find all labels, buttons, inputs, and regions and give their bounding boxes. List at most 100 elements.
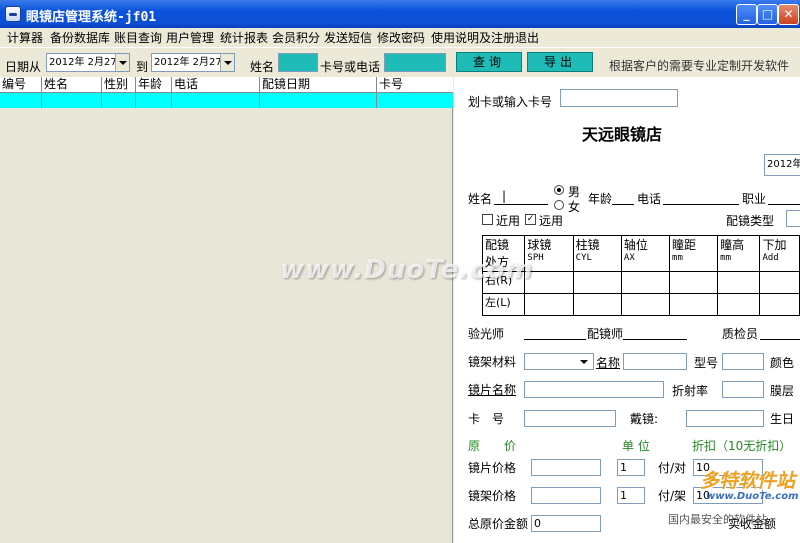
window-title: 眼镜店管理系统-jf01 [26, 10, 157, 25]
rx-header-ax: 轴位 AX [620, 235, 671, 272]
rx-cell[interactable] [717, 271, 761, 294]
watermark-brand: 多特软件站 [700, 470, 796, 492]
query-button[interactable]: 查询 [456, 52, 522, 72]
refractive-input[interactable] [722, 381, 764, 398]
rx-header-pd: 瞳距 mm [669, 235, 719, 272]
date-from-picker[interactable]: 2012年 2月27 [46, 53, 130, 72]
menu-calculator[interactable]: 计算器 [7, 29, 43, 46]
refractive-label: 折射率 [672, 384, 709, 398]
watermark-url: www.DuoTe.com [706, 491, 799, 502]
menu-reports[interactable]: 统计报表 [220, 29, 268, 46]
female-radio[interactable] [554, 200, 564, 210]
menu-users[interactable]: 用户管理 [166, 29, 214, 46]
card-no-label: 卡 号 [468, 412, 505, 426]
name-label: 姓名 [250, 60, 275, 74]
model-name-label: 名称 [596, 356, 621, 370]
rx-cell[interactable] [524, 293, 574, 316]
date-to-label: 到 [136, 60, 149, 74]
minimize-button[interactable]: _ [736, 4, 757, 25]
table-row[interactable] [0, 93, 453, 108]
chevron-down-icon[interactable] [220, 54, 234, 71]
watermark-sub: 国内最安全的软件站 [668, 513, 767, 526]
frame-qty-input[interactable]: 1 [617, 487, 645, 504]
lens-price-label: 镜片价格 [468, 461, 517, 475]
rx-cell[interactable] [572, 293, 622, 316]
menu-password[interactable]: 修改密码 [377, 29, 425, 46]
lens-price-input[interactable] [531, 459, 601, 476]
form-date-field[interactable]: 2012年 [764, 154, 800, 176]
frame-unit-label: 付/架 [658, 489, 687, 503]
card-swipe-input[interactable] [560, 89, 678, 107]
orig-price-header: 原 价 [468, 439, 517, 453]
menu-accounts[interactable]: 账目查询 [114, 29, 162, 46]
lens-qty-input[interactable]: 1 [617, 459, 645, 476]
column-header-phone[interactable]: 电话 [172, 77, 260, 93]
model-no-input[interactable] [722, 353, 764, 370]
chevron-down-icon[interactable] [115, 54, 129, 71]
export-button[interactable]: 导出 [527, 52, 593, 72]
near-label: 近用 [496, 214, 521, 228]
far-label: 远用 [539, 214, 564, 228]
menu-sms[interactable]: 发送短信 [324, 29, 372, 46]
job-label: 职业 [742, 192, 767, 206]
column-header-card[interactable]: 卡号 [377, 77, 453, 93]
search-toolbar: 日期从 2012年 2月27 到 2012年 2月27 姓名 卡号或电话 查询 … [0, 47, 800, 77]
female-label: 女 [568, 200, 581, 214]
watermark-text: www.DuoTe.com [280, 255, 534, 285]
near-checkbox[interactable] [482, 214, 493, 225]
close-button[interactable]: ✕ [778, 4, 799, 25]
lens-type-label: 配镜类型 [726, 214, 775, 228]
model-name-input[interactable] [623, 353, 687, 370]
color-label: 颜色 [770, 356, 795, 370]
inspector-underline[interactable] [760, 339, 800, 340]
menu-points[interactable]: 会员积分 [272, 29, 320, 46]
card-no-input[interactable] [524, 410, 616, 427]
optometrist-underline[interactable] [524, 339, 586, 340]
rx-row-left-label: 左(L) [481, 293, 526, 316]
card-phone-input[interactable] [384, 53, 446, 72]
birthday-label: 生日 [770, 412, 795, 426]
rx-cell[interactable] [620, 293, 671, 316]
column-header-gender[interactable]: 性别 [102, 77, 136, 93]
customer-list[interactable]: 编号 姓名 性别 年龄 电话 配镜日期 卡号 [0, 77, 453, 543]
age-underline[interactable] [612, 204, 634, 205]
job-underline[interactable] [768, 204, 800, 205]
maximize-button[interactable]: □ [757, 4, 778, 25]
app-icon [5, 6, 21, 22]
chevron-down-icon[interactable] [580, 360, 588, 368]
coating-label: 膜层 [770, 384, 795, 398]
far-checkbox[interactable]: ✓ [525, 214, 536, 225]
frame-price-input[interactable] [531, 487, 601, 504]
fitter-underline[interactable] [623, 339, 687, 340]
age-label: 年龄 [588, 192, 613, 206]
column-header-age[interactable]: 年龄 [136, 77, 172, 93]
phone-label: 电话 [637, 192, 662, 206]
rx-cell[interactable] [572, 271, 622, 294]
menu-help[interactable]: 使用说明及注册 [431, 29, 515, 46]
date-to-picker[interactable]: 2012年 2月27 [151, 53, 235, 72]
card-prompt-label: 划卡或输入卡号 [468, 95, 553, 109]
wearer-input[interactable] [686, 410, 764, 427]
menu-exit[interactable]: 退出 [515, 29, 539, 46]
date-from-label: 日期从 [5, 60, 42, 74]
date-from-value: 2012年 2月27 [49, 57, 117, 68]
rx-cell[interactable] [620, 271, 671, 294]
rx-cell[interactable] [717, 293, 761, 316]
menu-backup[interactable]: 备份数据库 [50, 29, 110, 46]
rx-cell[interactable] [759, 271, 800, 294]
name-underline[interactable] [494, 204, 548, 205]
wearer-label: 戴镜: [630, 412, 659, 426]
column-header-name[interactable]: 姓名 [42, 77, 102, 93]
lens-name-input[interactable] [524, 381, 664, 398]
lens-name-label: 镜片名称 [468, 383, 517, 397]
rx-cell[interactable] [759, 293, 800, 316]
rx-cell[interactable] [669, 293, 719, 316]
name-input[interactable] [278, 53, 318, 72]
total-input[interactable]: 0 [531, 515, 601, 532]
column-header-id[interactable]: 编号 [0, 77, 42, 93]
male-radio[interactable] [554, 185, 564, 195]
phone-underline[interactable] [663, 204, 739, 205]
lens-type-select[interactable] [786, 210, 800, 227]
column-header-date[interactable]: 配镜日期 [260, 77, 377, 93]
rx-cell[interactable] [669, 271, 719, 294]
